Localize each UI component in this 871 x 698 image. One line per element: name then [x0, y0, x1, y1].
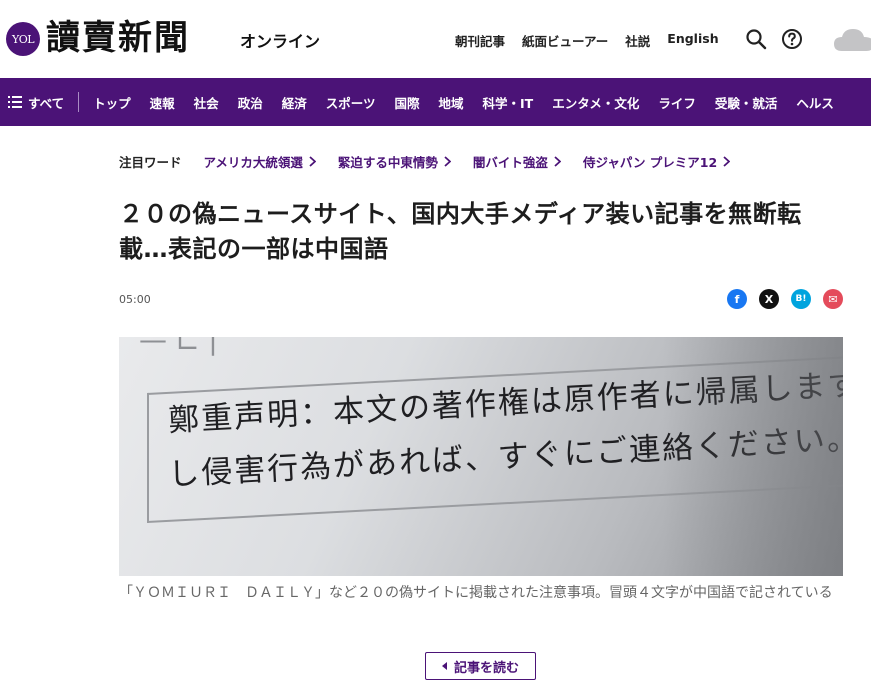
nav-item-regional[interactable]: 地域: [439, 93, 464, 112]
search-icon[interactable]: [745, 28, 767, 50]
link-morning-edition[interactable]: 朝刊記事: [455, 31, 505, 50]
mail-icon: ✉: [828, 292, 838, 306]
nav-item-entertainment[interactable]: エンタメ・文化: [552, 93, 639, 112]
nav-divider: [78, 92, 80, 112]
nav-all-menu[interactable]: すべて: [0, 78, 78, 126]
trending-item[interactable]: アメリカ大統領選: [204, 152, 316, 171]
nav-item-economy[interactable]: 経済: [282, 93, 307, 112]
trending-label: 注目ワード: [119, 155, 182, 170]
site-header: YOL 讀賣新聞 オンライン 朝刊記事 紙面ビューアー 社説 English: [0, 0, 871, 78]
chevron-right-icon: [309, 156, 316, 167]
nav-item-science-it[interactable]: 科学・IT: [483, 93, 534, 112]
header-links: 朝刊記事 紙面ビューアー 社説 English: [455, 31, 719, 50]
trending-item-label: 侍ジャパン プレミア12: [582, 155, 718, 170]
trending-item-label: 緊迫する中東情勢: [337, 155, 438, 170]
weather-cloud-icon[interactable]: [832, 24, 871, 54]
nav-item-life[interactable]: ライフ: [658, 93, 696, 112]
share-x-button[interactable]: X: [759, 289, 779, 309]
share-mail-button[interactable]: ✉: [823, 289, 843, 309]
article-timestamp: 05:00: [119, 293, 151, 306]
nav-item-top[interactable]: トップ: [93, 93, 131, 112]
trending-item[interactable]: 緊迫する中東情勢: [338, 152, 451, 171]
trending-item-label: 闇バイト強盗: [472, 155, 548, 170]
chevron-right-icon: [723, 156, 731, 167]
trending-item[interactable]: 闇バイト強盗: [473, 152, 561, 171]
chevron-right-icon: [444, 156, 451, 167]
trending-words: 注目ワード アメリカ大統領選 緊迫する中東情勢 闇バイト強盗 侍ジャパン プレミ…: [119, 152, 752, 171]
photo-caption: 「ＹＯＭＩＵＲＩ ＤＡＩＬＹ」など２０の偽サイトに掲載された注意事項。冒頭４文字…: [119, 585, 833, 601]
share-facebook-button[interactable]: f: [727, 289, 747, 309]
photo-shadow: [663, 337, 843, 576]
photo-text-fragment: — ⊏ |: [139, 337, 218, 356]
site-logo[interactable]: 讀賣新聞: [46, 16, 190, 60]
link-paper-viewer[interactable]: 紙面ビューアー: [522, 31, 608, 50]
nav-items: トップ 速報 社会 政治 経済 スポーツ 国際 地域 科学・IT エンタメ・文化…: [93, 93, 834, 112]
chevron-right-icon: [554, 156, 561, 167]
nav-item-politics[interactable]: 政治: [238, 93, 263, 112]
link-english[interactable]: English: [667, 31, 718, 50]
category-nav: すべて トップ 速報 社会 政治 経済 スポーツ 国際 地域 科学・IT エンタ…: [0, 78, 871, 126]
trending-item[interactable]: 侍ジャパン プレミア12: [582, 152, 731, 171]
nav-item-health[interactable]: ヘルス: [796, 93, 834, 112]
nav-item-society[interactable]: 社会: [194, 93, 219, 112]
menu-icon: [8, 96, 22, 108]
nav-all-label: すべて: [28, 95, 65, 111]
nav-item-breaking[interactable]: 速報: [150, 93, 175, 112]
link-editorial[interactable]: 社説: [625, 31, 650, 50]
site-logo-sub[interactable]: オンライン: [240, 28, 320, 52]
facebook-icon: f: [734, 292, 740, 306]
arrow-left-icon: [441, 662, 447, 670]
article-headline: ２０の偽ニュースサイト、国内大手メディア装い記事を無断転載…表記の一部は中国語: [119, 200, 802, 263]
x-icon: X: [764, 292, 774, 306]
article-photo[interactable]: — ⊏ | 鄭重声明：本文の著作権は原作者に帰属します。記 し侵害行為があれば、…: [119, 337, 843, 576]
read-article-button[interactable]: 記事を読む: [425, 652, 536, 680]
nav-item-sports[interactable]: スポーツ: [326, 93, 376, 112]
nav-item-international[interactable]: 国際: [394, 93, 419, 112]
hatena-bookmark-icon: B!: [795, 294, 807, 304]
read-article-label: 記事を読む: [453, 660, 519, 676]
trending-item-label: アメリカ大統領選: [203, 155, 303, 170]
help-icon[interactable]: [781, 28, 803, 50]
yol-logo-badge[interactable]: YOL: [6, 22, 40, 56]
nav-item-exams-jobs[interactable]: 受験・就活: [715, 93, 778, 112]
share-hatena-button[interactable]: B!: [791, 289, 811, 309]
